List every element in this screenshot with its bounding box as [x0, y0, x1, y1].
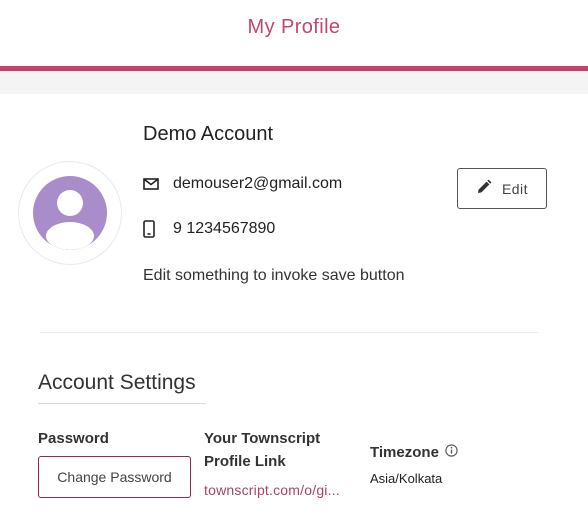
mail-icon: [143, 174, 163, 194]
pencil-icon: [476, 179, 492, 198]
profile-link[interactable]: townscript.com/o/gi...: [204, 482, 340, 498]
password-label: Password: [38, 430, 109, 447]
user-avatar-icon: [33, 176, 107, 250]
account-name: Demo Account: [143, 123, 274, 145]
header-accent-line: [0, 66, 588, 71]
profile-card: Demo Account demouser2@gmail.com 9 12345…: [0, 94, 588, 531]
page-title: My Profile: [247, 16, 341, 38]
profile-page: My Profile Demo Account demouser2@gmail.…: [0, 0, 588, 531]
email-row: demouser2@gmail.com: [143, 174, 342, 194]
info-icon[interactable]: [445, 443, 458, 462]
account-settings-title: Account Settings: [38, 371, 196, 394]
edit-hint-text: Edit something to invoke save button: [143, 267, 405, 284]
phone-text: 9 1234567890: [173, 220, 276, 237]
timezone-label-group: Timezone: [370, 441, 458, 464]
change-password-button[interactable]: Change Password: [38, 456, 191, 498]
timezone-value: Asia/Kolkata: [370, 471, 443, 486]
phone-row: 9 1234567890: [143, 219, 275, 239]
edit-button-label: Edit: [501, 180, 529, 197]
section-title-underline: [38, 403, 206, 404]
smartphone-icon: [143, 219, 163, 239]
section-divider: [40, 332, 538, 333]
top-bar: My Profile: [0, 0, 588, 66]
edit-button[interactable]: Edit: [457, 168, 547, 209]
timezone-label: Timezone: [370, 444, 439, 461]
email-text: demouser2@gmail.com: [173, 175, 343, 192]
profile-link-label: Your Townscript Profile Link: [204, 430, 321, 470]
